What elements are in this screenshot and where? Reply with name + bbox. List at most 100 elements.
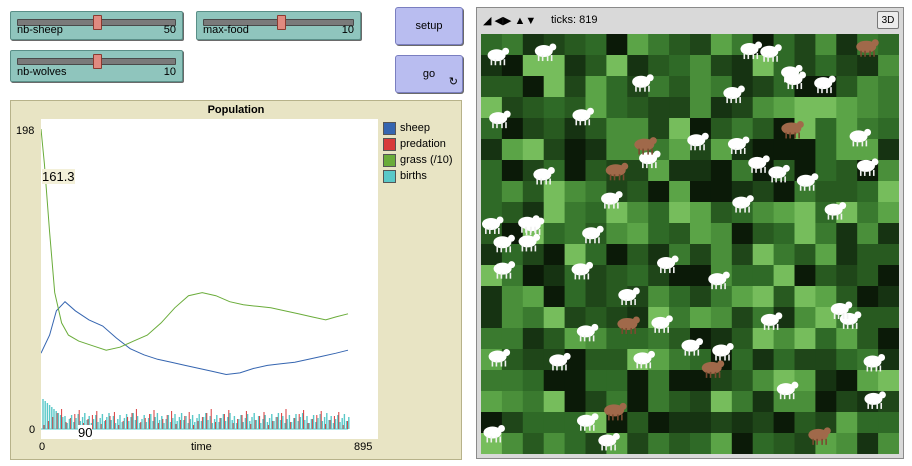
slider-value: 10 [341,24,354,36]
grass-patch [522,286,545,308]
grass-patch [710,55,733,77]
grass-patch [857,181,879,203]
grass-patch [752,244,775,266]
world-view: ◢ ◀▶ ▲▼ ticks: 819 3D [476,7,904,459]
grass-patch [794,265,816,287]
grass-patch [564,76,586,98]
view-control-icons[interactable]: ◢ ◀▶ ▲▼ [483,14,536,27]
grass-patch [501,433,524,454]
grass-patch [773,412,795,434]
grass-patch [627,202,649,224]
grass-patch [857,244,879,266]
grass-patch [481,286,503,308]
grass-patch [857,328,879,350]
slider-label: nb-sheep [17,24,63,36]
grass-patch [522,55,545,77]
grass-patch [878,55,899,77]
world-canvas[interactable] [481,34,899,454]
grass-patch [481,307,503,329]
forever-icon: ↻ [448,76,458,88]
go-label: go [422,68,436,80]
plot-legend: sheep predation grass (/10) births [383,120,453,184]
grass-patch [606,55,628,77]
grass-patch [648,391,670,413]
grass-patch [857,412,879,434]
nb-sheep-slider[interactable]: nb-sheep 50 [10,11,183,40]
grass-patch [773,97,795,119]
grass-patch [731,391,754,413]
grass-patch [585,139,607,161]
grass-patch [752,202,775,224]
grass-patch [564,118,586,140]
grass-patch [794,244,816,266]
grass-patch [606,328,628,350]
3d-button[interactable]: 3D [877,11,899,29]
grass-patch [752,223,775,245]
grass-patch [773,244,795,266]
grass-patch [501,55,524,77]
nb-wolves-slider[interactable]: nb-wolves 10 [10,50,183,82]
grass-patch [752,97,775,119]
grass-patch [773,265,795,287]
grass-patch [690,202,712,224]
grass-patch [690,223,712,245]
grass-patch [606,265,628,287]
go-button[interactable]: go ↻ [395,55,463,93]
legend-item: predation [383,136,453,152]
grass-patch [669,97,691,119]
grass-patch [815,118,837,140]
grass-patch [815,139,837,161]
grass-patch [585,349,607,371]
grass-patch [878,223,899,245]
grass-patch [648,34,670,56]
legend-item: grass (/10) [383,152,453,168]
grass-patch [606,34,628,56]
slider-thumb[interactable] [277,15,286,30]
grass-patch [857,286,879,308]
grass-patch [543,433,566,454]
grass-patch [669,181,691,203]
grass-patch [815,370,837,392]
setup-button[interactable]: setup [395,7,463,45]
grass-patch [794,391,816,413]
slider-thumb[interactable] [93,15,102,30]
grass-patch [522,349,545,371]
grass-patch [794,370,816,392]
grass-patch [815,265,837,287]
grass-patch [690,181,712,203]
grass-patch [878,286,899,308]
grass-patch [669,118,691,140]
grass-patch [857,433,879,454]
grass-patch [836,391,858,413]
grass-patch [690,76,712,98]
grass-patch [710,412,733,434]
grass-patch [564,286,586,308]
grass-patch [731,307,754,329]
grass-patch [522,118,545,140]
legend-swatch [383,137,396,151]
grass-patch [815,286,837,308]
grass-patch [878,202,899,224]
legend-label: predation [400,138,446,150]
grass-patch [522,370,545,392]
grass-patch [606,97,628,119]
grass-patch [669,370,691,392]
max-food-slider[interactable]: max-food 10 [196,11,361,40]
slider-thumb[interactable] [93,54,102,69]
grass-patch [543,286,566,308]
grass-patch [564,55,586,77]
grass-patch [773,286,795,308]
grass-patch [710,160,733,182]
grass-patch [731,265,754,287]
grass-patch [731,412,754,434]
grass-patch [627,412,649,434]
hover-value-2: 90 [78,425,93,440]
grass-patch [690,160,712,182]
grass-patch [773,181,795,203]
grass-patch [648,223,670,245]
grass-patch [815,349,837,371]
grass-patch [543,265,566,287]
grass-patch [857,223,879,245]
grass-patch [606,244,628,266]
grass-patch [731,118,754,140]
